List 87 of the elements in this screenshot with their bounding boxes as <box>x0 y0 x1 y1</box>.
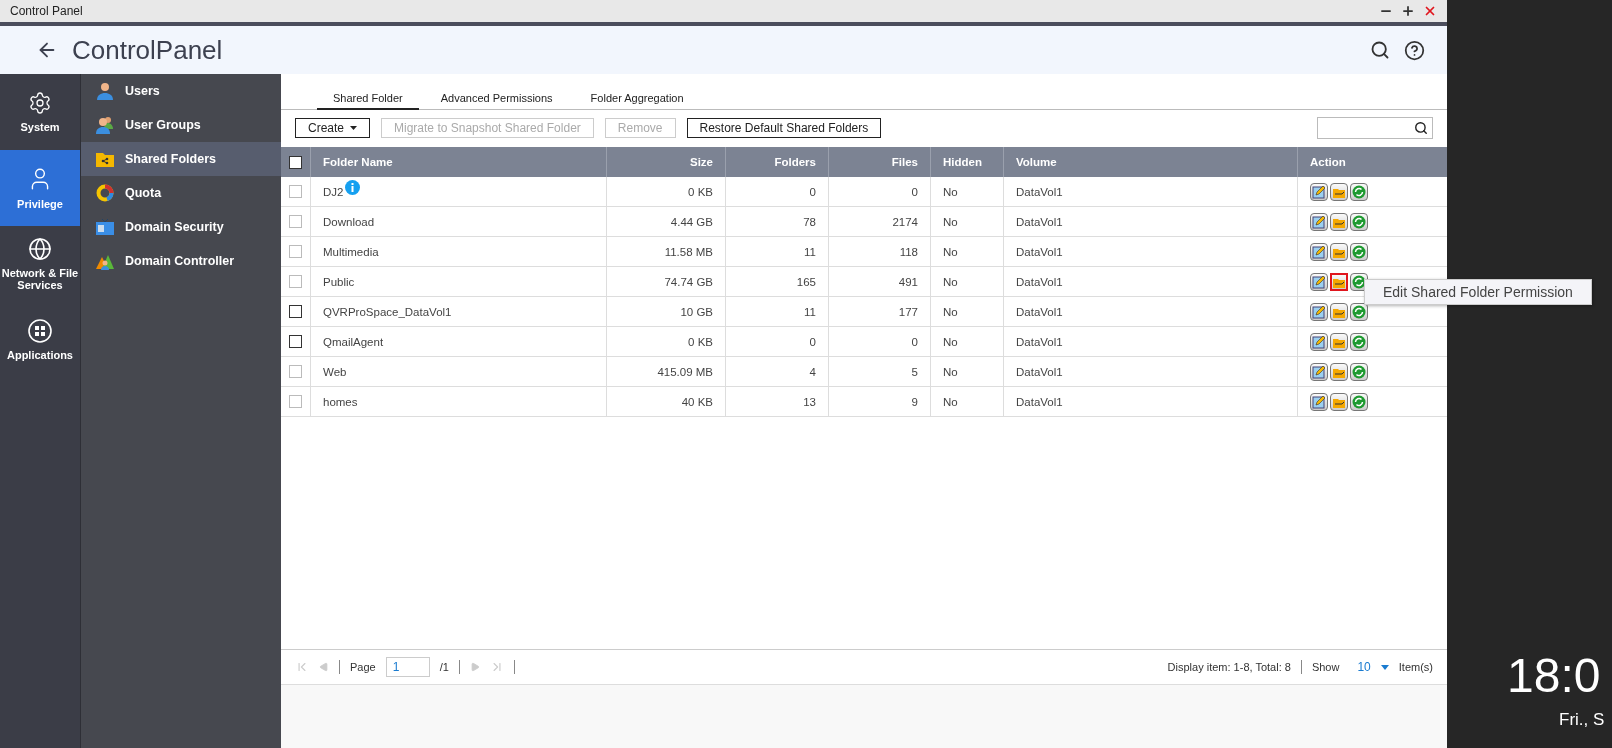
page-input[interactable]: 1 <box>385 657 430 677</box>
table-cell: 165 <box>725 267 828 296</box>
table-cell: No <box>930 177 1003 206</box>
toolbar-button[interactable]: Restore Default Shared Folders <box>686 118 882 138</box>
show-label: Show <box>1311 661 1340 673</box>
page-label: Page <box>350 661 376 673</box>
table-cell: 9 <box>828 387 930 416</box>
table-cell: Web <box>323 365 347 378</box>
submenu-label: Users <box>125 84 160 98</box>
table-cell: No <box>930 297 1003 326</box>
table-cell: 4.44 GB <box>606 207 725 236</box>
table-cell: QVRProSpace_DataVol1 <box>323 305 452 318</box>
table-cell: 40 KB <box>606 387 725 416</box>
submenu-item[interactable]: User Groups <box>81 108 281 142</box>
table-cell: Download <box>323 215 375 228</box>
table-cell: No <box>930 267 1003 296</box>
nav-rail-item[interactable]: System <box>0 74 80 150</box>
tooltip: Edit Shared Folder Permission <box>1364 278 1592 305</box>
column-header: Size <box>606 147 725 177</box>
table-cell: DataVol1 <box>1003 207 1297 236</box>
table-cell: 5 <box>828 357 930 386</box>
table-cell: 491 <box>828 267 930 296</box>
table-cell: No <box>930 207 1003 236</box>
submenu-label: Domain Controller <box>125 254 235 268</box>
table-cell: DataVol1 <box>1003 237 1297 266</box>
table-cell: 415.09 MB <box>606 357 725 386</box>
table-cell: DataVol1 <box>1003 327 1297 356</box>
clock-date: Fri., S <box>1558 710 1606 730</box>
submenu-item[interactable]: Domain Controller <box>81 244 281 278</box>
column-header: Hidden <box>930 147 1003 177</box>
table-cell: 11.58 MB <box>606 237 725 266</box>
nav-rail-item[interactable]: Privilege <box>0 150 80 226</box>
table-cell: 4 <box>725 357 828 386</box>
table-cell: DataVol1 <box>1003 357 1297 386</box>
table-cell: homes <box>323 395 358 408</box>
table-cell: 11 <box>725 237 828 266</box>
submenu-item[interactable]: Domain Security <box>81 210 281 244</box>
column-header: Volume <box>1003 147 1297 177</box>
table-cell: DataVol1 <box>1003 297 1297 326</box>
table-cell: 0 <box>725 327 828 356</box>
toolbar-button[interactable]: Create <box>295 118 371 138</box>
page-size-value[interactable]: 10 <box>1357 660 1371 674</box>
table-cell: Multimedia <box>323 245 379 258</box>
column-header: Files <box>828 147 930 177</box>
table-cell: QmailAgent <box>323 335 384 348</box>
app-title: ControlPanel <box>72 34 224 66</box>
submenu-label: Domain Security <box>125 220 224 234</box>
table-cell: 0 <box>828 327 930 356</box>
table-cell: No <box>930 357 1003 386</box>
table-cell: 74.74 GB <box>606 267 725 296</box>
table-cell: 0 <box>828 177 930 206</box>
table-cell: DJ2 <box>323 185 344 198</box>
table-cell: 0 <box>725 177 828 206</box>
table-cell: 13 <box>725 387 828 416</box>
table-cell: 78 <box>725 207 828 236</box>
tab[interactable]: Shared Folder <box>317 88 419 110</box>
table-cell: 118 <box>828 237 930 266</box>
submenu-item[interactable]: Shared Folders <box>81 142 281 176</box>
submenu-item[interactable]: Users <box>81 74 281 108</box>
nav-rail-item[interactable]: Network & File Services <box>0 226 80 302</box>
items-label: Item(s) <box>1398 661 1433 673</box>
table-cell: DataVol1 <box>1003 267 1297 296</box>
table-cell: Public <box>323 275 355 288</box>
table-cell: No <box>930 237 1003 266</box>
page-total: /1 <box>439 661 449 673</box>
table-cell: 0 KB <box>606 177 725 206</box>
table-cell: No <box>930 327 1003 356</box>
table-cell: DataVol1 <box>1003 177 1297 206</box>
submenu-label: User Groups <box>125 118 201 132</box>
submenu-label: Shared Folders <box>125 152 216 166</box>
nav-rail-item[interactable]: Applications <box>0 302 80 378</box>
table-cell: 10 GB <box>606 297 725 326</box>
window-title: Control Panel <box>10 4 84 18</box>
table-cell: No <box>930 387 1003 416</box>
table-cell: DataVol1 <box>1003 387 1297 416</box>
clock-time: 18:0 <box>1507 652 1601 700</box>
tab[interactable]: Folder Aggregation <box>574 88 700 110</box>
table-cell: 177 <box>828 297 930 326</box>
submenu-label: Quota <box>125 186 162 200</box>
display-count: Display item: 1-8, Total: 8 <box>1167 661 1291 673</box>
table-cell: 11 <box>725 297 828 326</box>
tab[interactable]: Advanced Permissions <box>424 88 569 110</box>
submenu-item[interactable]: Quota <box>81 176 281 210</box>
table-cell: 0 KB <box>606 327 725 356</box>
column-header: Folder Name <box>310 147 606 177</box>
table-cell: 2174 <box>828 207 930 236</box>
column-header: Folders <box>725 147 828 177</box>
